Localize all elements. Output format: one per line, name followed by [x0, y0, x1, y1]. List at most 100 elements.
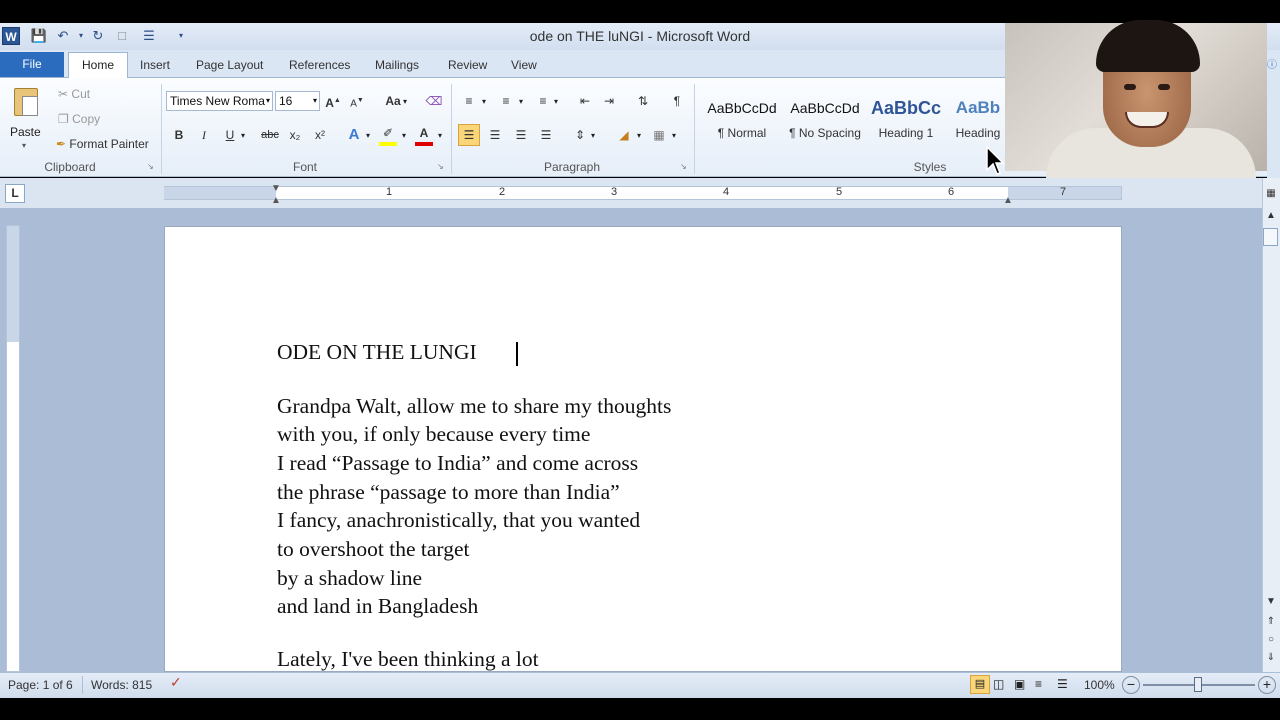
tab-file[interactable]: File: [0, 52, 64, 77]
paste-button[interactable]: Paste: [10, 125, 41, 139]
right-indent-icon[interactable]: ▲: [1003, 195, 1013, 206]
poem-line[interactable]: the phrase “passage to more than India”: [277, 480, 620, 505]
line-spacing-icon[interactable]: ⇕: [570, 125, 590, 145]
subscript-button[interactable]: x₂: [285, 125, 305, 145]
page-count[interactable]: Page: 1 of 6: [8, 678, 73, 692]
poem-line[interactable]: I read “Passage to India” and come acros…: [277, 451, 638, 476]
chevron-down-icon[interactable]: ▾: [672, 131, 676, 140]
poem-line[interactable]: Lately, I've been thinking a lot: [277, 647, 539, 672]
web-layout-icon[interactable]: ▣: [1014, 677, 1025, 691]
align-center-icon[interactable]: ☰: [485, 125, 505, 145]
italic-button[interactable]: I: [194, 125, 214, 145]
zoom-slider-thumb[interactable]: [1194, 677, 1202, 692]
font-size-select[interactable]: 16 ▾: [275, 91, 320, 111]
paste-dropdown-icon[interactable]: ▾: [22, 141, 26, 150]
font-color-icon[interactable]: A: [414, 123, 434, 146]
poem-line[interactable]: and land in Bangladesh: [277, 594, 478, 619]
show-marks-button[interactable]: ¶: [667, 91, 687, 111]
copy-button[interactable]: ❐ Copy: [58, 109, 100, 129]
chevron-down-icon[interactable]: ▾: [482, 97, 486, 106]
justify-icon[interactable]: ☰: [536, 125, 556, 145]
underline-button[interactable]: U: [220, 125, 240, 145]
zoom-in-icon[interactable]: +: [1258, 676, 1276, 694]
chevron-down-icon[interactable]: ▾: [438, 131, 442, 140]
numbering-icon[interactable]: ≡: [496, 91, 516, 111]
borders-icon[interactable]: ▦: [649, 125, 669, 145]
poem-line[interactable]: with you, if only because every time: [277, 422, 590, 447]
chevron-down-icon[interactable]: ▾: [591, 131, 595, 140]
chevron-down-icon[interactable]: ▾: [402, 131, 406, 140]
poem-line[interactable]: to overshoot the target: [277, 537, 469, 562]
text-effects-icon[interactable]: A: [344, 125, 364, 145]
chevron-down-icon[interactable]: ▾: [366, 131, 370, 140]
tab-home[interactable]: Home: [68, 52, 128, 79]
previous-page-icon[interactable]: ⇑: [1262, 614, 1280, 630]
proofing-icon[interactable]: ✓: [170, 674, 182, 691]
tab-insert[interactable]: Insert: [128, 52, 182, 78]
more-commands-icon[interactable]: ▾: [172, 27, 190, 45]
style-no-spacing[interactable]: AaBbCcDd ¶ No Spacing: [784, 90, 866, 148]
font-launcher-icon[interactable]: ↘: [437, 162, 444, 171]
clear-formatting-icon[interactable]: ⌫: [424, 91, 444, 111]
horizontal-ruler[interactable]: [164, 186, 1122, 200]
style-heading-1[interactable]: AaBbCc Heading 1: [868, 90, 944, 148]
increase-indent-icon[interactable]: ⇥: [599, 91, 619, 111]
decrease-indent-icon[interactable]: ⇤: [575, 91, 595, 111]
next-page-icon[interactable]: ⇓: [1262, 650, 1280, 666]
hanging-indent-icon[interactable]: ▲: [271, 195, 281, 206]
undo-dropdown-icon[interactable]: ▾: [72, 27, 90, 45]
redo-icon[interactable]: ↻: [89, 27, 107, 45]
style-normal[interactable]: AaBbCcDd ¶ Normal: [702, 90, 782, 148]
print-layout-icon[interactable]: ▤: [970, 675, 990, 694]
tab-page-layout[interactable]: Page Layout: [184, 52, 275, 78]
bullets-icon[interactable]: ≡: [459, 91, 479, 111]
draft-icon[interactable]: ☰: [1057, 677, 1068, 691]
undo-icon[interactable]: ↶: [54, 27, 72, 45]
format-painter-button[interactable]: ✒ Format Painter: [56, 134, 149, 154]
chevron-down-icon[interactable]: ▾: [554, 97, 558, 106]
tab-review[interactable]: Review: [436, 52, 499, 78]
scroll-down-icon[interactable]: ▼: [1262, 594, 1280, 610]
outline-icon[interactable]: ≡: [1035, 677, 1042, 691]
help-icon[interactable]: ⓘ: [1267, 56, 1277, 71]
clipboard-launcher-icon[interactable]: ↘: [147, 162, 154, 171]
tab-view[interactable]: View: [499, 52, 549, 78]
change-case-icon[interactable]: Aa: [383, 91, 403, 111]
cut-button[interactable]: ✂ Cut: [58, 84, 90, 104]
align-left-icon[interactable]: ☰: [458, 124, 480, 146]
font-family-select[interactable]: Times New Roma ▾: [166, 91, 273, 111]
poem-line[interactable]: Grandpa Walt, allow me to share my thoug…: [277, 394, 671, 419]
scroll-up-icon[interactable]: ▲: [1262, 208, 1280, 224]
zoom-out-icon[interactable]: −: [1122, 676, 1140, 694]
word-app-icon[interactable]: W: [2, 27, 20, 45]
paste-icon[interactable]: [12, 84, 42, 120]
tab-references[interactable]: References: [277, 52, 362, 78]
chevron-down-icon[interactable]: ▾: [241, 131, 245, 140]
bold-button[interactable]: B: [169, 125, 189, 145]
tab-selector[interactable]: L: [5, 184, 25, 203]
tab-mailings[interactable]: Mailings: [363, 52, 431, 78]
word-count[interactable]: Words: 815: [91, 678, 152, 692]
select-browse-object-icon[interactable]: ○: [1262, 632, 1280, 648]
grow-font-icon[interactable]: A▲: [323, 91, 343, 111]
chevron-down-icon[interactable]: ▾: [637, 131, 641, 140]
indent-marker-icon[interactable]: ▼: [271, 183, 281, 194]
zoom-level[interactable]: 100%: [1084, 678, 1115, 692]
superscript-button[interactable]: x²: [310, 125, 330, 145]
strikethrough-button[interactable]: abc: [258, 125, 282, 145]
shading-icon[interactable]: ◢: [614, 125, 634, 145]
chevron-down-icon[interactable]: ▾: [403, 97, 407, 106]
align-right-icon[interactable]: ☰: [511, 125, 531, 145]
save-icon[interactable]: 💾: [30, 27, 48, 45]
customize-icon[interactable]: ☰: [140, 27, 158, 45]
scroll-thumb[interactable]: [1263, 228, 1278, 246]
shrink-font-icon[interactable]: A▼: [347, 91, 367, 111]
chevron-down-icon[interactable]: ▾: [519, 97, 523, 106]
style-heading-2[interactable]: AaBb Heading: [950, 90, 1006, 148]
paragraph-launcher-icon[interactable]: ↘: [680, 162, 687, 171]
document-title-line[interactable]: ODE ON THE LUNGI: [277, 340, 477, 365]
highlight-icon[interactable]: ✐: [378, 123, 398, 146]
multilevel-list-icon[interactable]: ≡: [533, 91, 553, 111]
sort-icon[interactable]: ⇅: [633, 91, 653, 111]
new-document-icon[interactable]: □: [113, 27, 131, 45]
